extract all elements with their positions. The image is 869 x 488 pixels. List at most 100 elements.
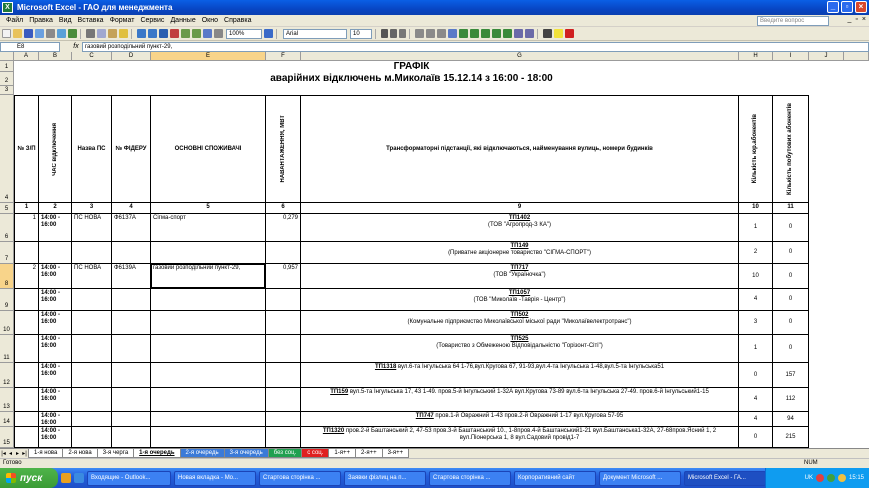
col-header-g[interactable]: G: [301, 52, 739, 61]
cell-feeder[interactable]: Ф6137А: [112, 214, 151, 242]
help-icon[interactable]: [264, 29, 273, 38]
cell-load[interactable]: [266, 242, 301, 264]
cell-feeder[interactable]: Ф6139А: [112, 264, 151, 289]
close-icon[interactable]: ×: [855, 1, 867, 13]
cell-consumer[interactable]: [151, 335, 266, 363]
chart-icon[interactable]: [203, 29, 212, 38]
copy-icon[interactable]: [97, 29, 106, 38]
open-icon[interactable]: [13, 29, 22, 38]
decrease-decimal-icon[interactable]: [503, 29, 512, 38]
select-all-corner[interactable]: [0, 52, 14, 61]
increase-indent-icon[interactable]: [525, 29, 534, 38]
cell-feeder[interactable]: [112, 412, 151, 427]
sheet-tab[interactable]: 2-я++: [354, 449, 383, 458]
align-center-icon[interactable]: [426, 29, 435, 38]
sheet-tab[interactable]: 3-я черга: [96, 449, 135, 458]
col-header-e[interactable]: E: [151, 52, 266, 61]
cell-home[interactable]: 112: [773, 388, 809, 412]
align-left-icon[interactable]: [415, 29, 424, 38]
sheet-tab[interactable]: 3-я++: [381, 449, 410, 458]
cell-ps[interactable]: ПС НОВА: [72, 264, 112, 289]
cell-n[interactable]: [14, 412, 39, 427]
font-color-icon[interactable]: [565, 29, 574, 38]
menu-window[interactable]: Окно: [202, 17, 218, 24]
cell-load[interactable]: [266, 388, 301, 412]
cell-consumer[interactable]: газовий розподільний пункт-29,: [151, 264, 266, 289]
cell-consumer[interactable]: [151, 289, 266, 311]
undo-icon[interactable]: [137, 29, 146, 38]
row-header[interactable]: 13: [0, 388, 14, 412]
taskbar-task[interactable]: Стартова сторінка ...: [259, 470, 341, 486]
cell-jur[interactable]: 2: [739, 242, 773, 264]
cell-load[interactable]: [266, 427, 301, 448]
cell-ps[interactable]: [72, 335, 112, 363]
cell-feeder[interactable]: [112, 242, 151, 264]
minimize-icon[interactable]: _: [827, 1, 839, 13]
cell-time[interactable]: 14:00 - 16:00: [39, 311, 72, 335]
cell-home[interactable]: 94: [773, 412, 809, 427]
tray-icon[interactable]: [815, 474, 824, 482]
first-sheet-icon[interactable]: |◂: [0, 450, 7, 457]
col-header-k[interactable]: [844, 52, 869, 61]
cell-feeder[interactable]: [112, 289, 151, 311]
font-size-select[interactable]: 10: [350, 28, 372, 39]
cell-ps[interactable]: [72, 427, 112, 448]
cell-jur[interactable]: 10: [739, 264, 773, 289]
cell-jur[interactable]: 4: [739, 412, 773, 427]
bold-icon[interactable]: [381, 29, 388, 38]
transformer-cell[interactable]: ТП1318 вул.6-та Інгульська 64 1-76,вул.К…: [301, 363, 739, 388]
taskbar-task[interactable]: Корпоративний сайт: [514, 470, 596, 486]
cell-ps[interactable]: [72, 311, 112, 335]
transformer-cell[interactable]: ТП1320 пров.2-й Баштанський 2, 47-53 про…: [301, 427, 739, 448]
taskbar-task[interactable]: Стартова сторінка ...: [429, 470, 511, 486]
sheet-tab[interactable]: 1-я нова: [28, 449, 64, 458]
sheet-tab-active[interactable]: 1-я очередь: [133, 449, 181, 458]
sheet-tab[interactable]: с соц.: [301, 449, 330, 458]
formula-input[interactable]: газовий розподільний пункт-29,: [82, 41, 869, 52]
cell-feeder[interactable]: [112, 311, 151, 335]
cell-time[interactable]: 14:00 - 16:00: [39, 264, 72, 289]
cell-load[interactable]: [266, 412, 301, 427]
sheet-tab[interactable]: без соц.: [267, 449, 303, 458]
transformer-cell[interactable]: ТП149 (Приватне акціонерне товариство "СІ…: [301, 242, 739, 264]
col-header-f[interactable]: F: [266, 52, 301, 61]
cell-load[interactable]: [266, 363, 301, 388]
decrease-indent-icon[interactable]: [514, 29, 523, 38]
cell-home[interactable]: 0: [773, 289, 809, 311]
italic-icon[interactable]: [390, 29, 397, 38]
drawing-icon[interactable]: [214, 29, 223, 38]
taskbar-task[interactable]: Новая вкладка - Mo...: [174, 470, 256, 486]
permission-icon[interactable]: [35, 29, 44, 38]
sheet-tab[interactable]: 3-я очередь: [223, 449, 269, 458]
row-header[interactable]: 11: [0, 335, 14, 363]
taskbar-task[interactable]: Заявки фізлиц на п...: [344, 470, 426, 486]
cell-home[interactable]: 215: [773, 427, 809, 448]
cell-time[interactable]: 14:00 - 16:00: [39, 412, 72, 427]
paste-icon[interactable]: [108, 29, 117, 38]
language-indicator[interactable]: UK: [805, 475, 813, 481]
col-header-h[interactable]: H: [739, 52, 773, 61]
underline-icon[interactable]: [399, 29, 406, 38]
cell-jur[interactable]: 4: [739, 289, 773, 311]
cell-consumer[interactable]: [151, 427, 266, 448]
tray-icon[interactable]: [837, 474, 846, 482]
cell-time[interactable]: [39, 242, 72, 264]
cell-consumer[interactable]: [151, 412, 266, 427]
cell-jur[interactable]: 1: [739, 335, 773, 363]
cell-home[interactable]: 0: [773, 214, 809, 242]
format-painter-icon[interactable]: [119, 29, 128, 38]
fill-color-icon[interactable]: [554, 29, 563, 38]
cell-n[interactable]: [14, 335, 39, 363]
menu-edit[interactable]: Правка: [29, 17, 53, 24]
col-header-i[interactable]: I: [773, 52, 809, 61]
hyperlink-icon[interactable]: [159, 29, 168, 38]
cut-icon[interactable]: [86, 29, 95, 38]
row-header[interactable]: 8: [0, 264, 14, 289]
cell-n[interactable]: [14, 311, 39, 335]
cell-home[interactable]: 0: [773, 311, 809, 335]
cell-jur[interactable]: 1: [739, 214, 773, 242]
row-header[interactable]: 6: [0, 214, 14, 242]
doc-minimize-icon[interactable]: _: [848, 16, 852, 23]
cell-time[interactable]: 14:00 - 16:00: [39, 335, 72, 363]
cell-feeder[interactable]: [112, 363, 151, 388]
